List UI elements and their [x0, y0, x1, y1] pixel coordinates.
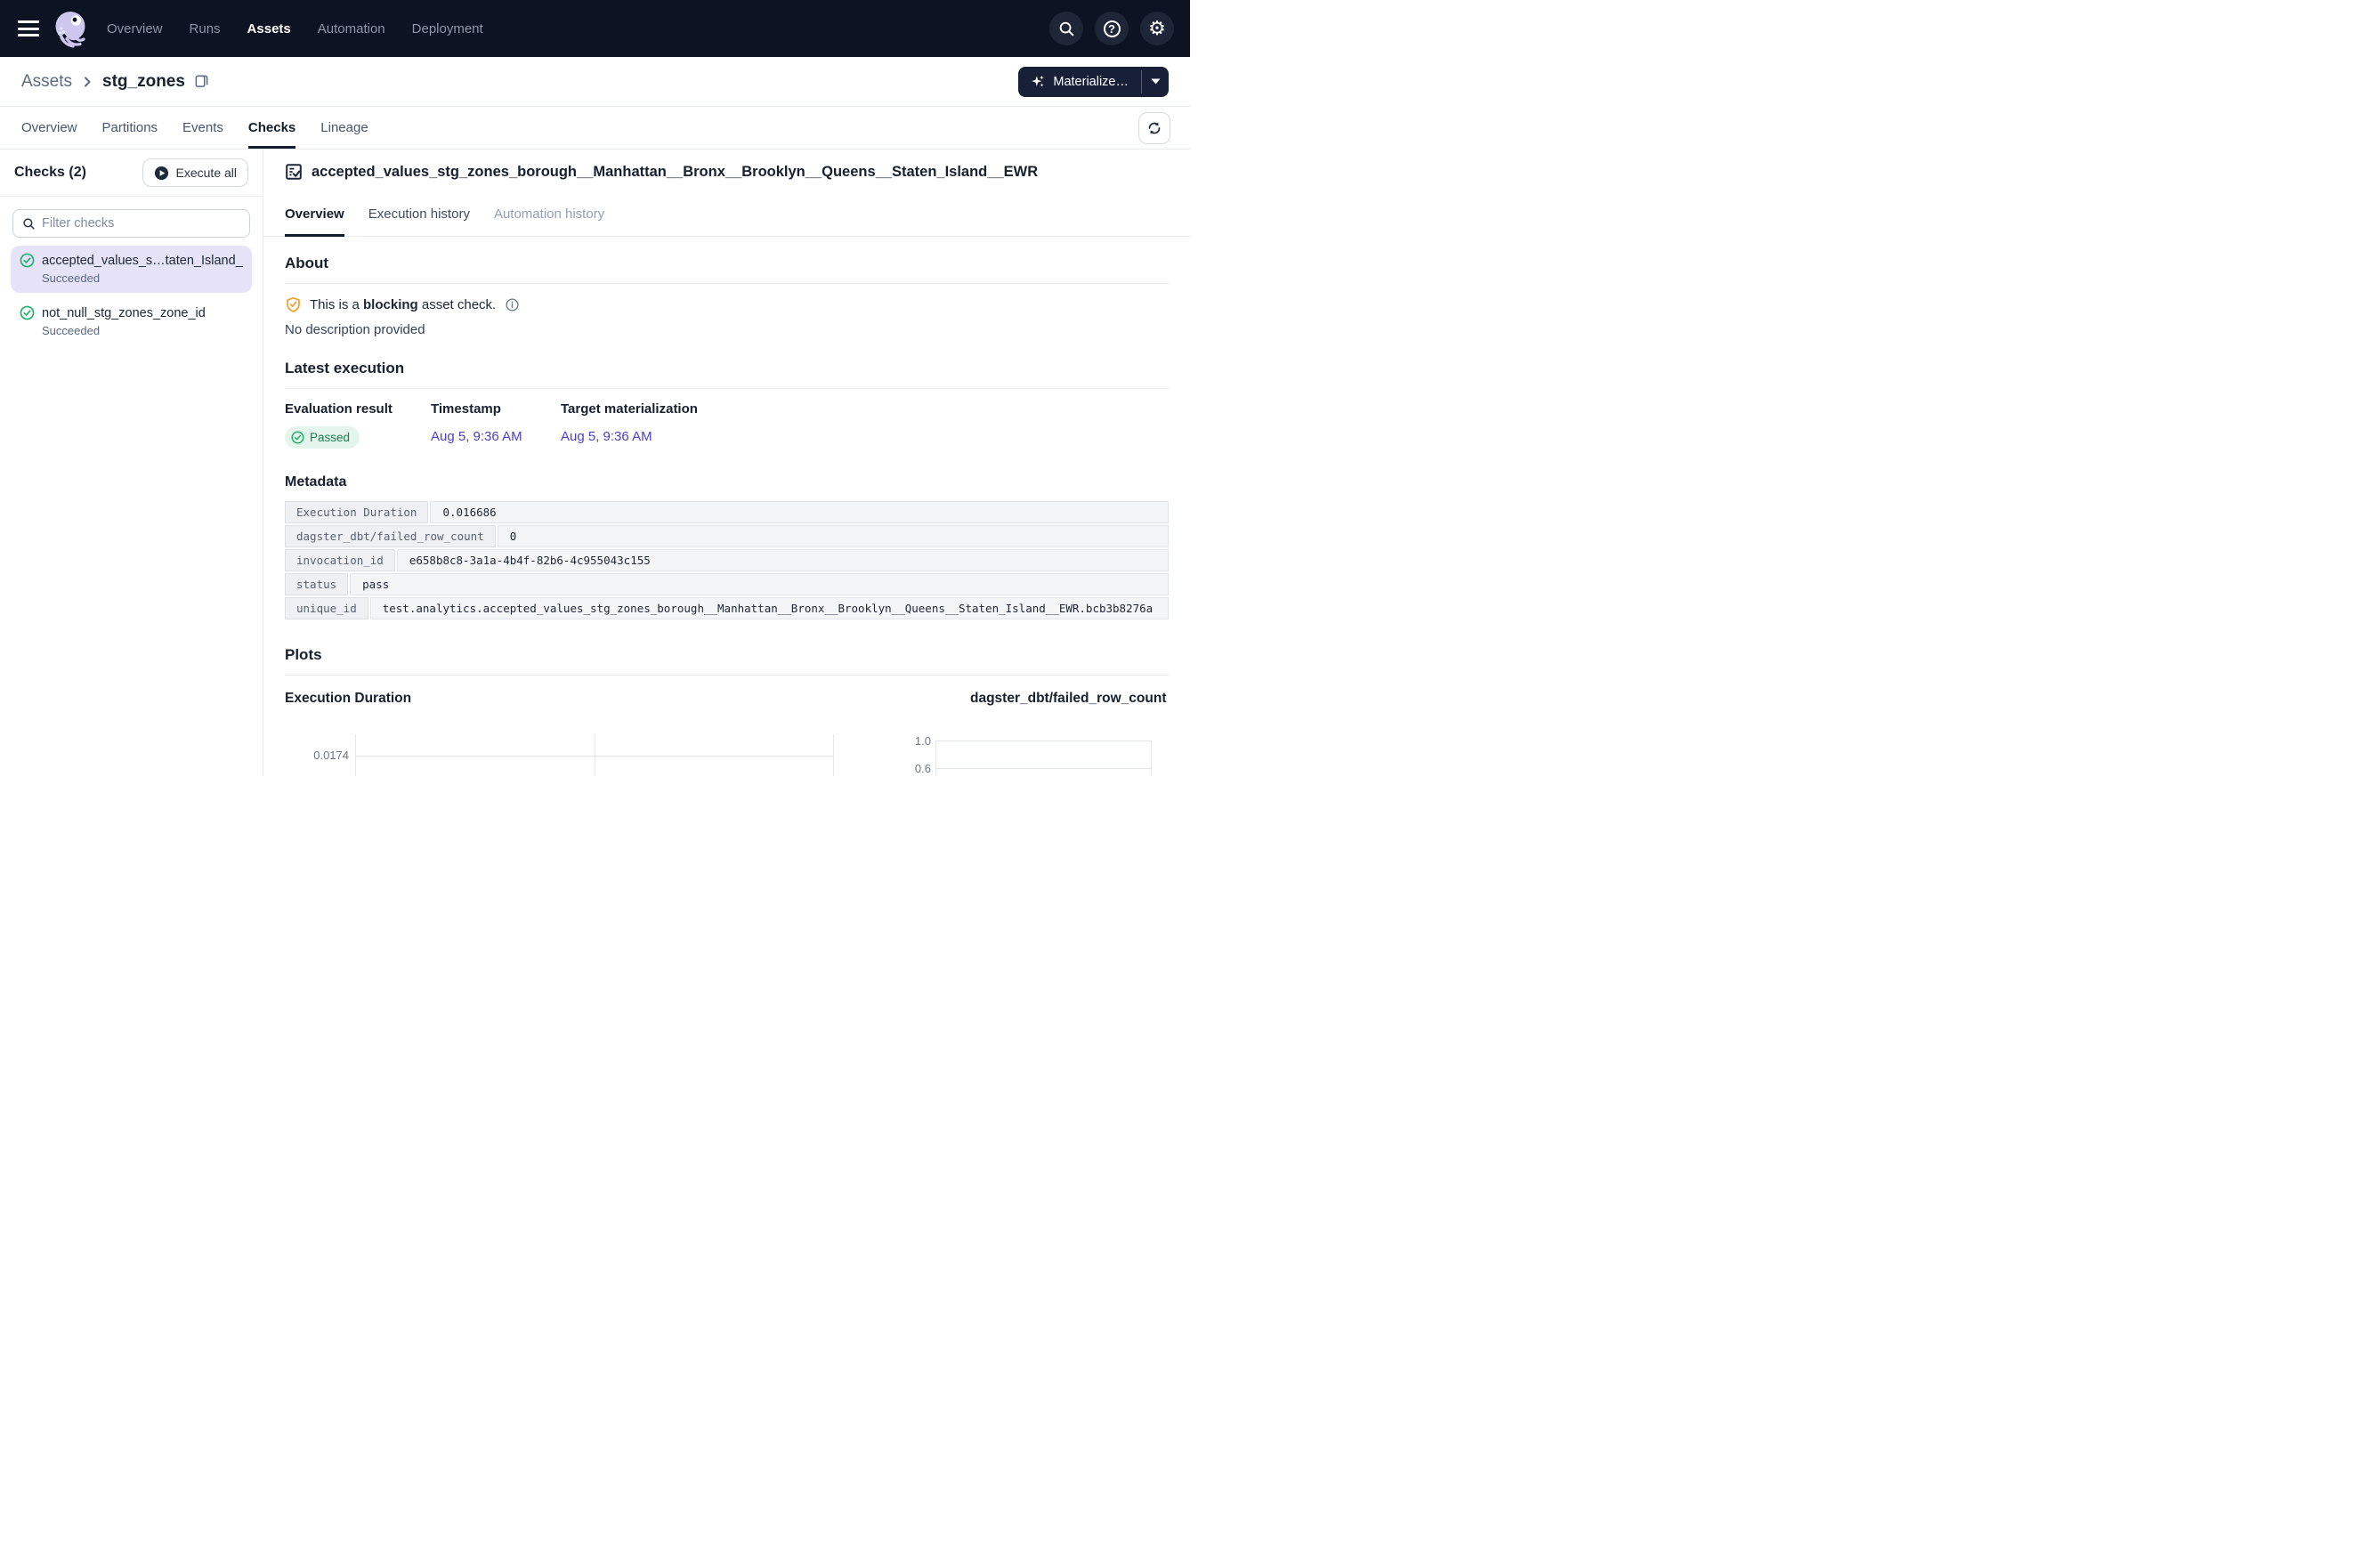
timestamp-header: Timestamp	[431, 401, 561, 417]
tab-events[interactable]: Events	[182, 107, 223, 149]
materialize-dropdown-button[interactable]	[1142, 67, 1169, 97]
nav-icon-group: ? ⚙	[1049, 12, 1174, 45]
no-description-text: No description provided	[285, 322, 1169, 337]
metadata-value: 0	[498, 525, 1169, 547]
passed-status-badge: Passed	[285, 426, 360, 449]
copy-asset-name-button[interactable]	[194, 74, 209, 89]
check-success-icon	[20, 305, 35, 320]
target-materialization-header: Target materialization	[561, 401, 698, 417]
timestamp-link[interactable]: Aug 5, 9:36 AM	[431, 429, 522, 444]
tab-checks[interactable]: Checks	[248, 107, 295, 149]
chevron-right-icon	[81, 76, 93, 88]
tab-partitions[interactable]: Partitions	[102, 107, 158, 149]
nav-link-assets[interactable]: Assets	[247, 21, 291, 36]
asset-check-icon	[285, 163, 303, 181]
target-materialization-link[interactable]: Aug 5, 9:36 AM	[561, 429, 652, 444]
checks-count-heading: Checks (2)	[14, 165, 86, 181]
help-icon: ?	[1104, 20, 1121, 37]
menu-icon[interactable]	[18, 20, 39, 36]
nav-link-overview[interactable]: Overview	[107, 21, 163, 36]
metadata-table: Execution Duration 0.016686 dagster_dbt/…	[285, 501, 1169, 619]
dagster-asset-checks-page: Overview Runs Assets Automation Deployme…	[0, 0, 1190, 777]
search-icon	[22, 217, 36, 231]
refresh-icon	[1146, 120, 1162, 136]
materialize-split-button: Materialize…	[1018, 67, 1169, 97]
shield-check-icon	[285, 296, 302, 313]
check-tab-automation-history: Automation history	[494, 206, 604, 237]
metadata-key: status	[285, 573, 348, 595]
refresh-button[interactable]	[1138, 112, 1170, 144]
plots-heading: Plots	[285, 646, 1169, 664]
check-item-name: not_null_stg_zones_zone_id	[42, 306, 206, 320]
filter-checks-field[interactable]	[12, 209, 250, 238]
y-axis-tick: 0.0174	[285, 749, 349, 762]
check-tab-overview[interactable]: Overview	[285, 206, 344, 237]
metadata-value: test.analytics.accepted_values_stg_zones…	[370, 597, 1169, 619]
metadata-key: dagster_dbt/failed_row_count	[285, 525, 496, 547]
nav-links: Overview Runs Assets Automation Deployme…	[107, 21, 483, 36]
metadata-value: pass	[350, 573, 1169, 595]
asset-tab-bar: Overview Partitions Events Checks Lineag…	[0, 107, 1190, 150]
metadata-row: dagster_dbt/failed_row_count 0	[285, 525, 1169, 547]
materialize-button-label: Materialize…	[1053, 75, 1129, 89]
passed-label: Passed	[310, 431, 350, 444]
check-title: accepted_values_stg_zones_borough__Manha…	[312, 164, 1038, 181]
sparkle-icon	[1031, 74, 1046, 89]
search-button[interactable]	[1049, 12, 1083, 45]
y-axis-tick: 0.6	[908, 762, 931, 775]
dagster-logo-icon[interactable]	[52, 9, 91, 48]
blocking-text: This is a blocking asset check.	[310, 297, 496, 312]
checks-sidebar: Checks (2) Execute all accepted_values_s…	[0, 150, 263, 776]
caret-down-icon	[1151, 78, 1161, 85]
about-heading: About	[285, 255, 1169, 272]
nav-link-deployment[interactable]: Deployment	[412, 21, 483, 36]
chart-title: Execution Duration	[285, 691, 908, 707]
chart-title: dagster_dbt/failed_row_count	[970, 691, 1169, 707]
help-button[interactable]: ?	[1095, 12, 1129, 45]
metadata-row: status pass	[285, 573, 1169, 595]
evaluation-result-header: Evaluation result	[285, 401, 431, 417]
execution-duration-chart: Execution Duration 0.0174	[285, 691, 908, 776]
metadata-key: Execution Duration	[285, 501, 428, 523]
breadcrumb-current-asset: stg_zones	[102, 72, 185, 92]
tab-lineage[interactable]: Lineage	[320, 107, 368, 149]
execute-all-label: Execute all	[176, 166, 237, 180]
metadata-key: invocation_id	[285, 549, 395, 571]
latest-execution-heading: Latest execution	[285, 360, 1169, 377]
check-item-name: accepted_values_s…taten_Island_	[42, 254, 243, 268]
metadata-row: Execution Duration 0.016686	[285, 501, 1169, 523]
check-list-item-accepted-values[interactable]: accepted_values_s…taten_Island_ Succeede…	[11, 246, 252, 293]
filter-checks-input[interactable]	[42, 216, 240, 231]
check-list-item-not-null[interactable]: not_null_stg_zones_zone_id Succeeded	[11, 298, 252, 345]
nav-link-automation[interactable]: Automation	[318, 21, 385, 36]
check-item-status: Succeeded	[42, 271, 243, 285]
y-axis-tick: 1.0	[908, 734, 931, 748]
search-icon	[1058, 20, 1075, 37]
metadata-row: unique_id test.analytics.accepted_values…	[285, 597, 1169, 619]
breadcrumb-row: Assets stg_zones Materialize…	[0, 57, 1190, 107]
nav-link-runs[interactable]: Runs	[190, 21, 221, 36]
metadata-row: invocation_id e658b8c8-3a1a-4b4f-82b6-4c…	[285, 549, 1169, 571]
check-tab-execution-history[interactable]: Execution history	[368, 206, 470, 237]
tab-overview[interactable]: Overview	[21, 107, 77, 149]
metadata-key: unique_id	[285, 597, 368, 619]
metadata-value: 0.016686	[430, 501, 1169, 523]
execute-all-button[interactable]: Execute all	[142, 158, 248, 187]
check-success-icon	[20, 253, 35, 268]
copy-icon	[194, 74, 209, 89]
metadata-value: e658b8c8-3a1a-4b4f-82b6-4c955043c155	[397, 549, 1169, 571]
breadcrumb-assets-link[interactable]: Assets	[21, 72, 72, 92]
check-item-status: Succeeded	[42, 324, 243, 337]
check-success-icon	[291, 431, 304, 444]
failed-row-count-chart: dagster_dbt/failed_row_count 1.0 0.6	[908, 691, 1169, 776]
check-detail-panel: accepted_values_stg_zones_borough__Manha…	[263, 150, 1190, 776]
top-nav: Overview Runs Assets Automation Deployme…	[0, 0, 1190, 57]
materialize-button[interactable]: Materialize…	[1018, 67, 1141, 97]
settings-button[interactable]: ⚙	[1140, 12, 1174, 45]
gear-icon: ⚙	[1148, 19, 1166, 38]
play-circle-icon	[154, 166, 169, 181]
check-tab-bar: Overview Execution history Automation hi…	[263, 206, 1190, 237]
info-icon[interactable]	[506, 298, 519, 312]
metadata-heading: Metadata	[285, 474, 1169, 490]
